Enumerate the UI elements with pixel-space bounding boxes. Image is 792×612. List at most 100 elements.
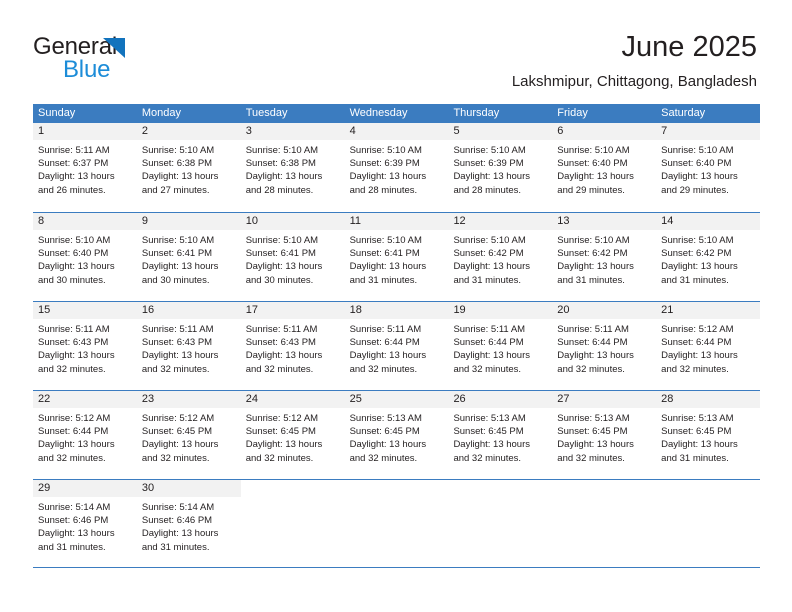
day-cell[interactable]: 8 Sunrise: 5:10 AM Sunset: 6:40 PM Dayli… — [33, 213, 137, 301]
sunset-text: Sunset: 6:42 PM — [661, 248, 732, 260]
day-number-strip: 6 — [552, 123, 657, 140]
day-number: 22 — [38, 393, 51, 405]
day-cell[interactable]: 4 Sunrise: 5:10 AM Sunset: 6:39 PM Dayli… — [344, 123, 449, 212]
day-number-strip: 19 — [448, 302, 553, 319]
week-row: 15 Sunrise: 5:11 AM Sunset: 6:43 PM Dayl… — [33, 301, 761, 390]
day-number-strip — [448, 480, 552, 497]
day-cell[interactable]: 19 Sunrise: 5:11 AM Sunset: 6:44 PM Dayl… — [448, 302, 553, 390]
daylight-text-line2: and 32 minutes. — [38, 363, 106, 375]
day-cell[interactable]: 26 Sunrise: 5:13 AM Sunset: 6:45 PM Dayl… — [448, 391, 553, 479]
day-details: Sunrise: 5:11 AM Sunset: 6:44 PM Dayligh… — [345, 319, 449, 376]
daylight-text-line2: and 32 minutes. — [453, 363, 522, 375]
sunset-text: Sunset: 6:44 PM — [38, 426, 109, 438]
week-row: 22 Sunrise: 5:12 AM Sunset: 6:44 PM Dayl… — [33, 390, 761, 479]
weekday-header-row: Sunday Monday Tuesday Wednesday Thursday… — [33, 104, 760, 123]
day-cell[interactable]: 18 Sunrise: 5:11 AM Sunset: 6:44 PM Dayl… — [344, 302, 449, 390]
day-details: Sunrise: 5:11 AM Sunset: 6:44 PM Dayligh… — [552, 319, 656, 376]
day-cell[interactable]: 6 Sunrise: 5:10 AM Sunset: 6:40 PM Dayli… — [552, 123, 657, 212]
day-number-strip: 9 — [136, 213, 241, 230]
sunset-text: Sunset: 6:45 PM — [141, 426, 213, 438]
day-details: Sunrise: 5:13 AM Sunset: 6:45 PM Dayligh… — [345, 408, 449, 465]
daylight-text-line1: Daylight: 13 hours — [453, 261, 531, 273]
day-cell[interactable]: 29 Sunrise: 5:14 AM Sunset: 6:46 PM Dayl… — [33, 480, 137, 567]
day-number-strip: 10 — [240, 213, 345, 230]
sunrise-text: Sunrise: 5:10 AM — [38, 235, 111, 246]
weekday-header-sunday: Sunday — [38, 107, 76, 119]
day-details: Sunrise: 5:13 AM Sunset: 6:45 PM Dayligh… — [448, 408, 552, 465]
daylight-text-line2: and 30 minutes. — [245, 274, 314, 286]
sunrise-text: Sunrise: 5:11 AM — [245, 324, 318, 335]
day-number: 11 — [349, 215, 361, 227]
day-cell[interactable]: 14 Sunrise: 5:10 AM Sunset: 6:42 PM Dayl… — [656, 213, 761, 301]
day-number: 26 — [453, 393, 466, 405]
day-cell[interactable]: 22 Sunrise: 5:12 AM Sunset: 6:44 PM Dayl… — [33, 391, 137, 479]
page-subtitle-location: Lakshmipur, Chittagong, Bangladesh — [511, 73, 757, 90]
day-details: Sunrise: 5:10 AM Sunset: 6:42 PM Dayligh… — [552, 230, 656, 287]
daylight-text-line1: Daylight: 13 hours — [661, 350, 738, 362]
day-cell[interactable]: 17 Sunrise: 5:11 AM Sunset: 6:43 PM Dayl… — [240, 302, 345, 390]
weekday-header-thursday: Thursday — [453, 107, 500, 119]
day-cell[interactable]: 5 Sunrise: 5:10 AM Sunset: 6:39 PM Dayli… — [448, 123, 553, 212]
day-cell[interactable]: 25 Sunrise: 5:13 AM Sunset: 6:45 PM Dayl… — [344, 391, 449, 479]
day-cell[interactable]: 2 Sunrise: 5:10 AM Sunset: 6:38 PM Dayli… — [136, 123, 241, 212]
daylight-text-line2: and 29 minutes. — [661, 184, 729, 196]
day-cell-empty — [240, 480, 345, 567]
sunset-text: Sunset: 6:40 PM — [661, 158, 732, 170]
day-cell[interactable]: 16 Sunrise: 5:11 AM Sunset: 6:43 PM Dayl… — [136, 302, 241, 390]
day-number: 7 — [661, 125, 668, 137]
day-cell[interactable]: 13 Sunrise: 5:10 AM Sunset: 6:42 PM Dayl… — [552, 213, 657, 301]
day-number: 18 — [349, 304, 362, 316]
day-number-strip: 8 — [33, 213, 137, 230]
sunrise-text: Sunrise: 5:14 AM — [38, 502, 111, 513]
day-cell[interactable]: 15 Sunrise: 5:11 AM Sunset: 6:43 PM Dayl… — [33, 302, 137, 390]
day-cell[interactable]: 12 Sunrise: 5:10 AM Sunset: 6:42 PM Dayl… — [448, 213, 553, 301]
sunset-text: Sunset: 6:42 PM — [453, 248, 524, 260]
day-number: 6 — [557, 125, 564, 137]
daylight-text-line2: and 32 minutes. — [141, 363, 210, 375]
sunrise-text: Sunrise: 5:10 AM — [245, 235, 319, 246]
sunset-text: Sunset: 6:41 PM — [349, 248, 420, 260]
daylight-text-line2: and 31 minutes. — [661, 274, 729, 286]
day-cell[interactable]: 20 Sunrise: 5:11 AM Sunset: 6:44 PM Dayl… — [552, 302, 657, 390]
day-number: 13 — [557, 215, 570, 227]
week-row: 29 Sunrise: 5:14 AM Sunset: 6:46 PM Dayl… — [33, 479, 761, 568]
day-cell[interactable]: 1 Sunrise: 5:11 AM Sunset: 6:37 PM Dayli… — [33, 123, 137, 212]
day-number-strip: 17 — [240, 302, 345, 319]
day-number: 5 — [453, 125, 460, 137]
daylight-text-line2: and 26 minutes. — [38, 184, 106, 196]
sunset-text: Sunset: 6:40 PM — [557, 158, 628, 170]
day-number: 28 — [661, 393, 674, 405]
day-cell[interactable]: 11 Sunrise: 5:10 AM Sunset: 6:41 PM Dayl… — [344, 213, 449, 301]
day-cell[interactable]: 9 Sunrise: 5:10 AM Sunset: 6:41 PM Dayli… — [136, 213, 241, 301]
sunrise-text: Sunrise: 5:10 AM — [453, 235, 526, 246]
day-cell[interactable]: 23 Sunrise: 5:12 AM Sunset: 6:45 PM Dayl… — [136, 391, 241, 479]
day-number: 16 — [141, 304, 155, 316]
day-cell[interactable]: 27 Sunrise: 5:13 AM Sunset: 6:45 PM Dayl… — [552, 391, 657, 479]
day-cell[interactable]: 24 Sunrise: 5:12 AM Sunset: 6:45 PM Dayl… — [240, 391, 345, 479]
sunrise-text: Sunrise: 5:11 AM — [38, 145, 110, 156]
daylight-text-line1: Daylight: 13 hours — [245, 439, 323, 451]
daylight-text-line1: Daylight: 13 hours — [557, 171, 634, 183]
day-number-strip — [656, 480, 760, 497]
day-number-strip: 1 — [33, 123, 137, 140]
day-cell[interactable]: 21 Sunrise: 5:12 AM Sunset: 6:44 PM Dayl… — [656, 302, 761, 390]
day-number-strip: 27 — [552, 391, 657, 408]
sunset-text: Sunset: 6:38 PM — [245, 158, 316, 170]
sunset-text: Sunset: 6:43 PM — [245, 337, 316, 349]
day-cell[interactable]: 7 Sunrise: 5:10 AM Sunset: 6:40 PM Dayli… — [656, 123, 761, 212]
day-details: Sunrise: 5:11 AM Sunset: 6:43 PM Dayligh… — [33, 319, 137, 376]
day-details: Sunrise: 5:10 AM Sunset: 6:42 PM Dayligh… — [656, 230, 760, 287]
general-blue-logo[interactable]: General Blue — [33, 34, 223, 84]
day-details: Sunrise: 5:10 AM Sunset: 6:40 PM Dayligh… — [33, 230, 137, 287]
day-cell[interactable]: 28 Sunrise: 5:13 AM Sunset: 6:45 PM Dayl… — [656, 391, 761, 479]
daylight-text-line1: Daylight: 13 hours — [349, 439, 427, 451]
sunset-text: Sunset: 6:44 PM — [453, 337, 524, 349]
day-cell[interactable]: 3 Sunrise: 5:10 AM Sunset: 6:38 PM Dayli… — [240, 123, 345, 212]
daylight-text-line1: Daylight: 13 hours — [38, 261, 115, 273]
day-cell[interactable]: 30 Sunrise: 5:14 AM Sunset: 6:46 PM Dayl… — [136, 480, 241, 567]
day-number-strip: 18 — [344, 302, 449, 319]
day-details: Sunrise: 5:10 AM Sunset: 6:39 PM Dayligh… — [448, 140, 552, 197]
day-number-strip — [345, 480, 449, 497]
day-cell[interactable]: 10 Sunrise: 5:10 AM Sunset: 6:41 PM Dayl… — [240, 213, 345, 301]
day-number: 12 — [453, 215, 466, 227]
